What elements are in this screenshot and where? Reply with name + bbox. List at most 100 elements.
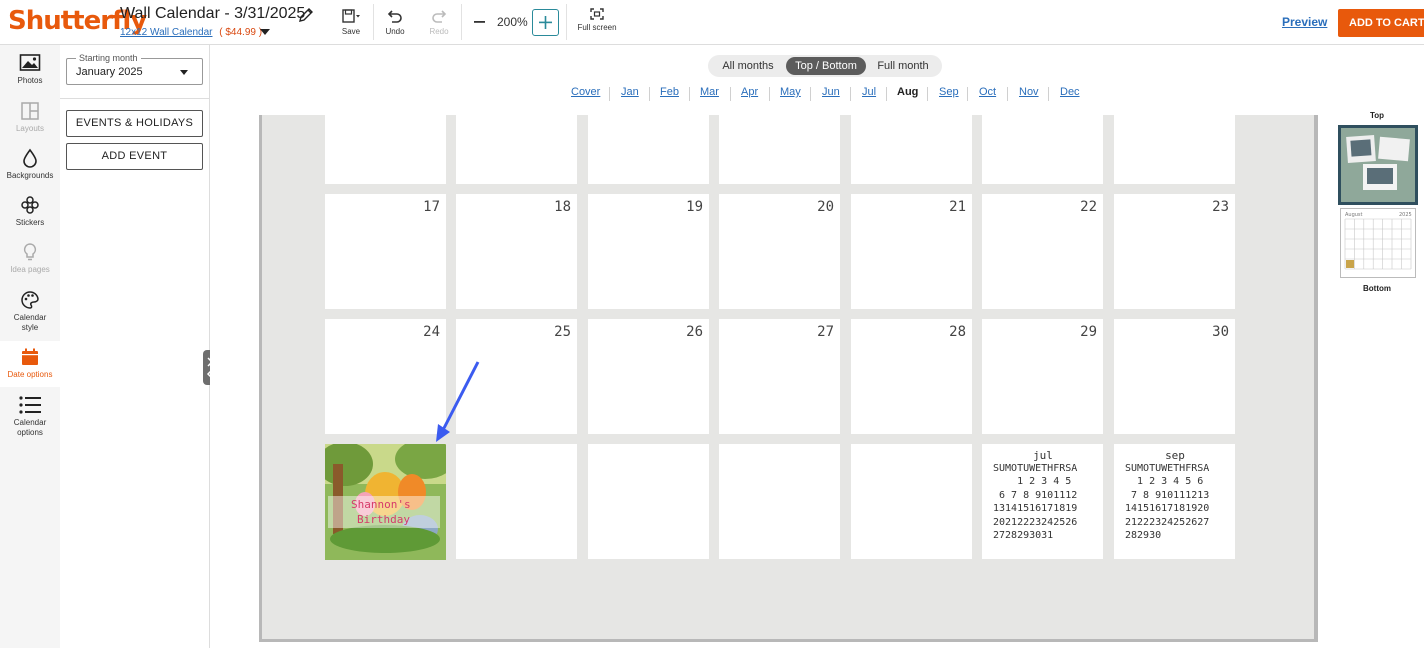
bottom-page-thumbnail[interactable]: August 2025	[1340, 208, 1416, 278]
day-cell[interactable]: 28	[851, 319, 972, 434]
day-cell[interactable]: 30	[1114, 319, 1235, 434]
product-info: 12x12 Wall Calendar ( $44.99 )	[120, 27, 270, 38]
month-navigation: Cover Jan Feb Mar Apr May Jun Jul Aug Se…	[210, 86, 1424, 104]
day-cell[interactable]	[1114, 115, 1235, 184]
mini-calendar-week: 21222324252627	[1125, 516, 1210, 528]
edit-title-pencil-icon[interactable]	[298, 7, 314, 23]
rail-item-photos[interactable]: Photos	[0, 53, 60, 93]
full-screen-label: Full screen	[577, 23, 617, 32]
month-link-jul[interactable]: Jul	[862, 86, 876, 98]
next-month-mini-cell[interactable]: sep SUMOTUWETHFRSA 1 2 3 4 5 6 7 8 91011…	[1114, 444, 1235, 559]
product-link[interactable]: 12x12 Wall Calendar	[120, 27, 212, 38]
day-cell[interactable]	[719, 444, 840, 559]
starting-month-select[interactable]: Starting month January 2025	[66, 53, 203, 85]
day-cell[interactable]	[588, 444, 709, 559]
day-number: 26	[686, 324, 703, 340]
calendar-icon	[22, 348, 38, 365]
day-cell[interactable]	[588, 115, 709, 184]
month-link-jun[interactable]: Jun	[822, 86, 840, 98]
toolbar-divider	[461, 4, 462, 40]
month-divider	[927, 87, 928, 101]
day-cell[interactable]	[325, 115, 446, 184]
day-cell[interactable]: 18	[456, 194, 577, 309]
month-divider	[810, 87, 811, 101]
top-bar: Shutterfly Wall Calendar - 3/31/2025 12x…	[0, 0, 1424, 45]
day-cell[interactable]	[982, 115, 1103, 184]
view-option-top-bottom[interactable]: Top / Bottom	[786, 57, 866, 75]
prev-month-mini-cell[interactable]: jul SUMOTUWETHFRSA 1 2 3 4 5 6 7 8 91011…	[982, 444, 1103, 559]
rail-item-calendar-options[interactable]: Calendar options	[0, 395, 60, 443]
day-cell[interactable]: 26	[588, 319, 709, 434]
zoom-out-minus-icon[interactable]	[473, 12, 487, 32]
month-link-mar[interactable]: Mar	[700, 86, 719, 98]
full-screen-icon	[590, 8, 604, 20]
rail-item-date-options[interactable]: Date options	[0, 341, 60, 387]
redo-button[interactable]: Redo	[427, 8, 451, 36]
day-cell[interactable]	[456, 444, 577, 559]
product-price: ( $44.99 )	[219, 27, 263, 38]
birthday-photo-cell[interactable]: Shannon's Birthday	[325, 444, 446, 560]
month-link-dec[interactable]: Dec	[1060, 86, 1080, 98]
month-link-cover[interactable]: Cover	[571, 86, 600, 98]
day-cell[interactable]	[719, 115, 840, 184]
month-link-oct[interactable]: Oct	[979, 86, 996, 98]
month-link-feb[interactable]: Feb	[660, 86, 679, 98]
month-link-aug[interactable]: Aug	[897, 86, 918, 98]
project-title[interactable]: Wall Calendar - 3/31/2025	[120, 5, 305, 23]
day-cell[interactable]: 17	[325, 194, 446, 309]
full-screen-button[interactable]: Full screen	[574, 8, 620, 32]
month-divider	[886, 87, 887, 101]
day-cell[interactable]: 21	[851, 194, 972, 309]
day-cell[interactable]: 22	[982, 194, 1103, 309]
day-cell[interactable]: 29	[982, 319, 1103, 434]
day-number: 19	[686, 199, 703, 215]
save-icon	[342, 9, 360, 23]
day-cell[interactable]: 27	[719, 319, 840, 434]
events-holidays-button[interactable]: EVENTS & HOLIDAYS	[66, 110, 203, 137]
top-page-thumbnail[interactable]	[1338, 125, 1418, 205]
mini-calendar-week: 2728293031	[993, 530, 1054, 542]
mini-calendar-week: 282930	[1125, 530, 1162, 542]
plus-icon	[539, 16, 552, 29]
preview-link[interactable]: Preview	[1282, 15, 1327, 29]
rail-item-label: Calendar style	[13, 313, 47, 332]
product-dropdown-caret-icon[interactable]	[260, 29, 270, 35]
day-cell[interactable]	[456, 115, 577, 184]
add-event-button[interactable]: ADD EVENT	[66, 143, 203, 170]
day-number: 27	[817, 324, 834, 340]
day-cell[interactable]: 24	[325, 319, 446, 434]
month-link-may[interactable]: May	[780, 86, 801, 98]
view-option-full-month[interactable]: Full month	[868, 57, 938, 75]
undo-button[interactable]: Undo	[383, 8, 407, 36]
month-divider	[850, 87, 851, 101]
list-icon	[19, 396, 41, 414]
rail-item-stickers[interactable]: Stickers	[0, 195, 60, 235]
date-options-panel: Starting month January 2025 EVENTS & HOL…	[60, 45, 210, 648]
day-cell[interactable]: 19	[588, 194, 709, 309]
month-link-jan[interactable]: Jan	[621, 86, 639, 98]
rail-item-label: Layouts	[15, 124, 45, 133]
mini-calendar-weekdays: SUMOTUWETHFRSA	[993, 463, 1078, 474]
month-link-apr[interactable]: Apr	[741, 86, 758, 98]
day-cell[interactable]: 23	[1114, 194, 1235, 309]
day-number: 22	[1080, 199, 1097, 215]
day-number: 30	[1212, 324, 1229, 340]
day-cell[interactable]	[851, 444, 972, 559]
rail-item-layouts[interactable]: Layouts	[0, 101, 60, 141]
month-divider	[1048, 87, 1049, 101]
mini-calendar-july: jul SUMOTUWETHFRSA 1 2 3 4 5 6 7 8 91011…	[993, 449, 1093, 542]
day-cell[interactable]	[851, 115, 972, 184]
thumb-year-label: 2025	[1399, 212, 1412, 218]
day-cell[interactable]: 20	[719, 194, 840, 309]
month-link-sep[interactable]: Sep	[939, 86, 959, 98]
month-link-nov[interactable]: Nov	[1019, 86, 1039, 98]
add-to-cart-button[interactable]: ADD TO CART	[1338, 9, 1424, 37]
save-button[interactable]: Save	[340, 8, 362, 36]
rail-item-calendar-style[interactable]: Calendar style	[0, 290, 60, 338]
rail-item-idea-pages[interactable]: Idea pages	[0, 242, 60, 282]
toolbar-divider	[373, 4, 374, 40]
zoom-in-button[interactable]	[532, 9, 559, 36]
view-option-all-months[interactable]: All months	[712, 57, 784, 75]
rail-item-backgrounds[interactable]: Backgrounds	[0, 148, 60, 188]
day-number: 23	[1212, 199, 1229, 215]
